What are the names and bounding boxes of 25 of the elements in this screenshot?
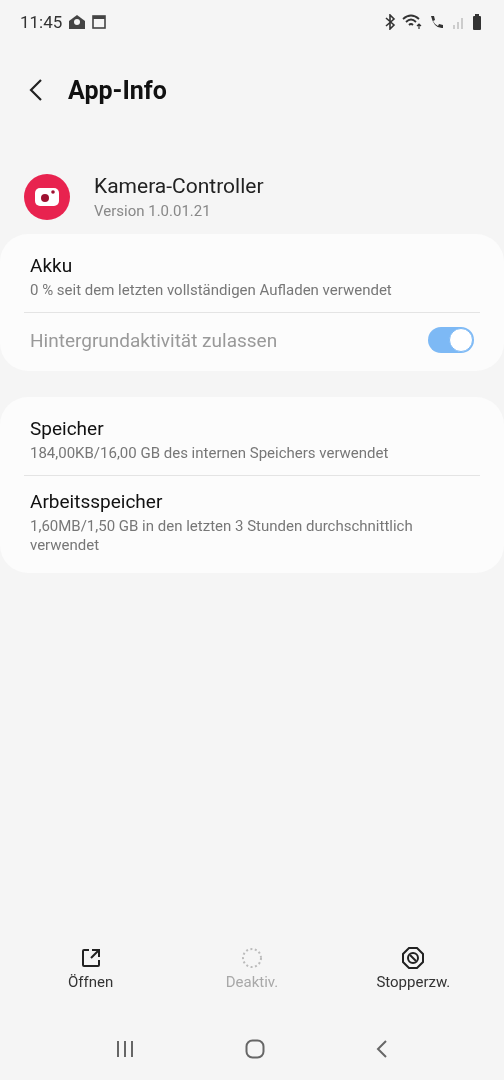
app-version: Version 1.0.01.21	[94, 202, 212, 220]
setting-description: 0 % seit dem letzten vollständigen Aufladen verwendet	[30, 281, 393, 300]
setting-title: Arbeitsspeicher	[30, 490, 164, 513]
stop-sign-icon	[402, 947, 425, 969]
setting-title: Akku	[30, 254, 74, 277]
bluetooth-icon	[384, 14, 396, 30]
dashed-circle-icon	[241, 947, 263, 969]
setting-title: Speicher	[30, 417, 105, 440]
wifi-icon	[402, 14, 422, 30]
battery-icon	[472, 14, 482, 30]
clock-time: 11:45	[20, 12, 63, 32]
phone-icon	[428, 14, 446, 30]
app-name: Kamera-Controller	[94, 174, 264, 198]
open-external-icon	[79, 947, 102, 969]
setting-description: 184,00KB/16,00 GB des internen Speichers verwendet	[30, 444, 390, 463]
recent-apps-icon[interactable]	[115, 1039, 135, 1059]
back-icon[interactable]	[375, 1039, 389, 1059]
camera-app-icon	[24, 174, 70, 220]
page-title: App-Info	[68, 75, 167, 105]
calendar-icon	[92, 15, 107, 29]
action-button[interactable]: Öffnen	[35, 946, 146, 1018]
home-icon[interactable]	[245, 1039, 265, 1059]
setting-description: 1,60MB/1,50 GB in den letzten 3 Stunden durchschnittlich verwendet	[30, 517, 414, 555]
setting-title: Hintergrundaktivität zulassen	[30, 328, 279, 352]
action-button[interactable]: Stopperzw.	[358, 946, 469, 1018]
